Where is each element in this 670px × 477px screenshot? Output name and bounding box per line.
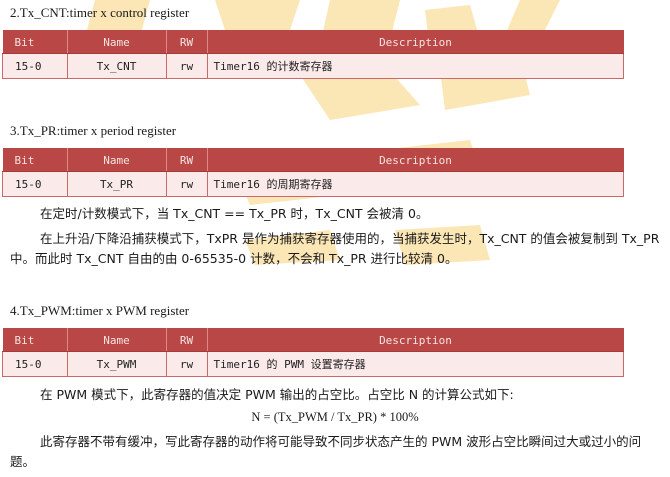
document-page: 2.Tx_CNT:timer x control register Bit Na… bbox=[0, 0, 670, 477]
cell-description: Timer16 的 PWM 设置寄存器 bbox=[206, 351, 624, 377]
table-row: 15-0 Tx_CNT rw Timer16 的计数寄存器 bbox=[2, 53, 624, 79]
header-description: Description bbox=[207, 148, 624, 172]
table-row: 15-0 Tx_PWM rw Timer16 的 PWM 设置寄存器 bbox=[2, 351, 624, 377]
paragraph-no-buffer: 此寄存器不带有缓冲，写此寄存器的动作将可能导致不同步状态产生的 PWM 波形占空… bbox=[10, 434, 642, 469]
header-description: Description bbox=[207, 328, 624, 352]
table-header-row: Bit Name RW Description bbox=[2, 148, 624, 172]
cell-name: Tx_PWM bbox=[66, 351, 167, 377]
header-rw: RW bbox=[166, 328, 208, 352]
cell-bit: 15-0 bbox=[2, 351, 68, 377]
formula-duty-cycle: N = (Tx_PWM / Tx_PR) * 100% bbox=[251, 410, 419, 424]
register-table-tx-cnt: Bit Name RW Description 15-0 Tx_CNT rw T… bbox=[2, 30, 624, 79]
header-description: Description bbox=[207, 30, 624, 54]
paragraph-pwm-mode: 在 PWM 模式下，此寄存器的值决定 PWM 输出的占空比。占空比 N 的计算公… bbox=[40, 387, 514, 402]
header-bit: Bit bbox=[2, 30, 68, 54]
cell-name: Tx_PR bbox=[66, 171, 167, 197]
section-title-tx-cnt: 2.Tx_CNT:timer x control register bbox=[10, 5, 190, 20]
header-name: Name bbox=[67, 148, 167, 172]
section-title-tx-pwm: 4.Tx_PWM:timer x PWM register bbox=[10, 303, 190, 318]
section-title-tx-pr: 3.Tx_PR:timer x period register bbox=[10, 123, 177, 138]
cell-bit: 15-0 bbox=[2, 171, 68, 197]
register-table-tx-pr: Bit Name RW Description 15-0 Tx_PR rw Ti… bbox=[2, 148, 624, 197]
header-rw: RW bbox=[166, 30, 208, 54]
cell-description: Timer16 的周期寄存器 bbox=[206, 171, 624, 197]
cell-rw: rw bbox=[165, 171, 208, 197]
header-name: Name bbox=[67, 328, 167, 352]
cell-rw: rw bbox=[165, 53, 208, 79]
table-header-row: Bit Name RW Description bbox=[2, 328, 624, 352]
paragraph-capture-mode: 在上升沿/下降沿捕获模式下，TxPR 是作为捕获寄存器使用的，当捕获发生时，Tx… bbox=[10, 231, 660, 266]
cell-bit: 15-0 bbox=[2, 53, 68, 79]
header-name: Name bbox=[67, 30, 167, 54]
table-row: 15-0 Tx_PR rw Timer16 的周期寄存器 bbox=[2, 171, 624, 197]
cell-name: Tx_CNT bbox=[66, 53, 167, 79]
table-header-row: Bit Name RW Description bbox=[2, 30, 624, 54]
header-bit: Bit bbox=[2, 148, 68, 172]
paragraph-clear-rule: 在定时/计数模式下，当 Tx_CNT == Tx_PR 时，Tx_CNT 会被清… bbox=[40, 206, 429, 221]
register-table-tx-pwm: Bit Name RW Description 15-0 Tx_PWM rw T… bbox=[2, 328, 624, 377]
header-rw: RW bbox=[166, 148, 208, 172]
header-bit: Bit bbox=[2, 328, 68, 352]
cell-description: Timer16 的计数寄存器 bbox=[206, 53, 624, 79]
cell-rw: rw bbox=[165, 351, 208, 377]
